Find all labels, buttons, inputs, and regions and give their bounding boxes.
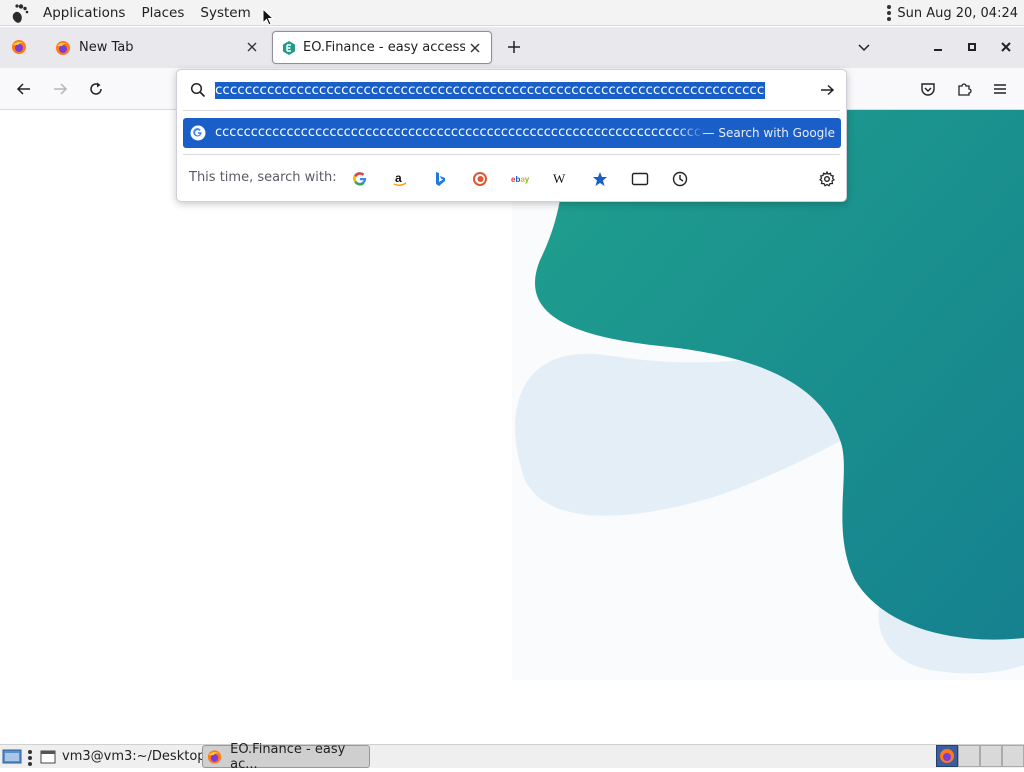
close-window-button[interactable] xyxy=(994,35,1018,59)
tab-new-tab[interactable]: New Tab xyxy=(46,31,268,64)
reload-icon xyxy=(90,82,102,95)
history-engine-button[interactable] xyxy=(671,170,689,188)
maximize-icon xyxy=(968,43,976,51)
decorative-background-shapes xyxy=(512,110,1024,680)
bookmark-star-icon xyxy=(593,172,607,186)
wikipedia-icon: W xyxy=(553,171,566,186)
back-arrow-icon xyxy=(16,83,30,95)
google-engine-button[interactable] xyxy=(351,170,369,188)
tab-eo-finance[interactable]: EO.Finance - easy access to xyxy=(272,31,492,64)
google-g-icon xyxy=(190,125,206,141)
terminal-window-icon xyxy=(40,750,56,763)
panel-handle-icon[interactable] xyxy=(28,750,32,766)
taskbar-terminal-label: vm3@vm3:~/Desktop xyxy=(62,749,206,764)
url-dropdown-panel: cccccccccccccccccccccccccccccccccccccccc… xyxy=(176,69,847,202)
tab-strip: New Tab EO.Finance - easy access to xyxy=(0,27,1024,68)
google-icon xyxy=(353,172,367,186)
extensions-puzzle-icon xyxy=(958,83,972,96)
gnome-foot-icon[interactable] xyxy=(8,2,30,24)
history-clock-icon xyxy=(672,171,688,187)
minimize-button[interactable] xyxy=(926,35,950,59)
svg-text:W: W xyxy=(553,171,566,186)
close-window-icon xyxy=(1001,42,1011,52)
divider xyxy=(183,110,840,111)
app-menu-button[interactable] xyxy=(988,77,1012,101)
pocket-icon xyxy=(921,83,935,96)
reload-button[interactable] xyxy=(84,77,108,101)
search-suggestion-row[interactable]: cccccccccccccccccccccccccccccccccccccccc… xyxy=(183,118,841,148)
taskbar-terminal[interactable]: vm3@vm3:~/Desktop xyxy=(40,745,206,768)
bing-engine-button[interactable] xyxy=(431,170,449,188)
amazon-icon: a xyxy=(393,171,407,186)
duckduckgo-icon xyxy=(473,172,487,186)
workspace-2[interactable] xyxy=(958,745,980,767)
firefox-icon xyxy=(207,749,222,764)
bing-icon xyxy=(436,172,445,186)
eo-finance-icon xyxy=(283,40,295,55)
bookmarks-engine-button[interactable] xyxy=(591,170,609,188)
tab-label: New Tab xyxy=(79,40,134,55)
system-menu[interactable]: System xyxy=(192,5,258,21)
ebay-icon: ebay xyxy=(511,175,529,184)
places-menu[interactable]: Places xyxy=(133,5,192,21)
tabs-engine-button[interactable] xyxy=(631,170,649,188)
wikipedia-engine-button[interactable]: W xyxy=(551,170,569,188)
hamburger-menu-icon xyxy=(994,84,1006,94)
taskbar-firefox-label: EO.Finance - easy ac... xyxy=(230,741,346,772)
panel-menu-icon[interactable] xyxy=(887,5,892,21)
maximize-button[interactable] xyxy=(960,35,984,59)
extensions-button[interactable] xyxy=(952,77,976,101)
suggestion-text: cccccccccccccccccccccccccccccccccccccccc… xyxy=(215,125,705,140)
workspace-1[interactable] xyxy=(936,745,958,767)
minimize-icon xyxy=(934,49,942,51)
workspace-3[interactable] xyxy=(980,745,1002,767)
divider xyxy=(183,154,840,155)
taskbar-firefox[interactable]: EO.Finance - easy ac... xyxy=(202,742,370,772)
forward-button[interactable] xyxy=(48,77,72,101)
forward-arrow-icon xyxy=(54,83,68,95)
clock[interactable]: Sun Aug 20, 04:24 xyxy=(897,6,1018,21)
workspace-4[interactable] xyxy=(1002,745,1024,767)
url-input[interactable]: cccccccccccccccccccccccccccccccccccccccc… xyxy=(215,82,765,99)
tab-label: EO.Finance - easy access to xyxy=(303,40,465,55)
mouse-cursor-icon xyxy=(262,8,274,26)
tabs-icon xyxy=(631,172,649,186)
list-all-tabs-chevron-icon[interactable] xyxy=(856,39,872,55)
go-arrow-icon[interactable] xyxy=(819,82,835,98)
url-input-row[interactable]: cccccccccccccccccccccccccccccccccccccccc… xyxy=(177,70,846,110)
amazon-engine-button[interactable]: a xyxy=(391,170,409,188)
close-tab-icon[interactable] xyxy=(467,40,483,56)
pocket-button[interactable] xyxy=(916,77,940,101)
search-icon xyxy=(190,82,206,98)
search-settings-button[interactable] xyxy=(818,170,836,188)
top-panel: Applications Places System Sun Aug 20, 0… xyxy=(0,0,1024,26)
page-content xyxy=(0,110,1024,744)
show-desktop-icon[interactable] xyxy=(2,747,22,765)
firefox-view-icon[interactable] xyxy=(11,39,27,55)
suggestion-action-label: — Search with Google xyxy=(702,126,835,140)
close-tab-icon[interactable] xyxy=(244,39,260,55)
new-tab-plus-icon[interactable] xyxy=(506,39,522,55)
duckduckgo-engine-button[interactable] xyxy=(471,170,489,188)
back-button[interactable] xyxy=(12,77,36,101)
gear-icon xyxy=(819,171,835,187)
svg-text:ebay: ebay xyxy=(511,175,529,184)
search-with-label: This time, search with: xyxy=(189,170,337,185)
firefox-icon xyxy=(940,749,954,763)
ebay-engine-button[interactable]: ebay xyxy=(511,170,529,188)
svg-text:a: a xyxy=(395,171,402,185)
applications-menu[interactable]: Applications xyxy=(35,5,133,21)
firefox-icon xyxy=(56,40,70,55)
